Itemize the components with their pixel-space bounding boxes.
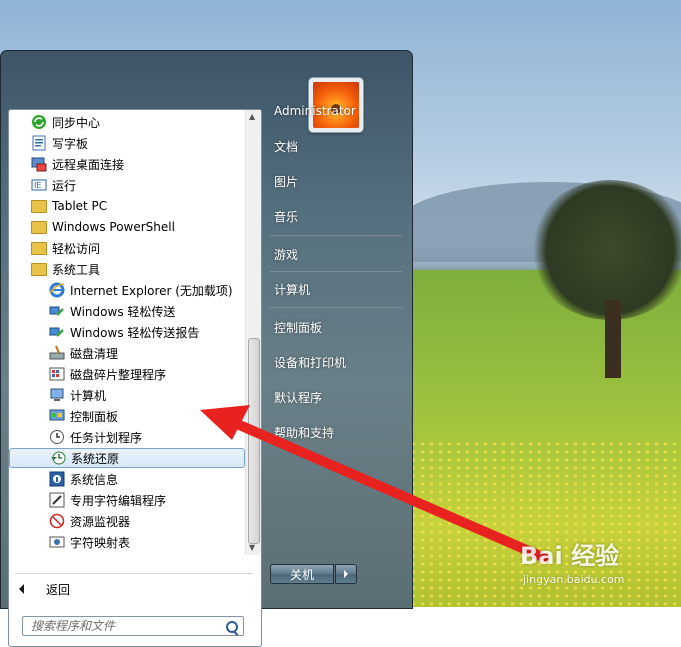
wordpad-icon	[31, 135, 47, 151]
program-folder[interactable]: 系统工具	[31, 259, 100, 279]
program-folder[interactable]: Windows PowerShell	[31, 217, 175, 237]
user-name-link[interactable]: Administrator	[274, 101, 356, 121]
program-label: 同步中心	[52, 115, 101, 130]
right-item-default-programs[interactable]: 默认程序	[274, 387, 322, 407]
folder-icon	[31, 219, 47, 235]
system-restore-icon	[50, 450, 66, 466]
svg-text:IE: IE	[34, 181, 41, 190]
program-label: 磁盘清理	[70, 346, 119, 361]
program-scrollbar[interactable]: ▲ ▼	[245, 110, 261, 555]
back-arrow-icon	[19, 584, 24, 594]
program-label: 运行	[52, 178, 77, 193]
internet-explorer-icon	[49, 282, 65, 298]
program-label: 资源监视器	[70, 514, 131, 529]
program-item[interactable]: Internet Explorer (无加载项)	[49, 280, 233, 300]
program-label: Tablet PC	[52, 199, 108, 213]
program-label: 轻松访问	[52, 241, 101, 256]
remote-desktop-icon	[31, 156, 47, 172]
right-item-games[interactable]: 游戏	[274, 244, 298, 264]
program-item[interactable]: 远程桌面连接	[31, 154, 124, 174]
program-label: 写字板	[52, 136, 89, 151]
search-icon[interactable]	[226, 621, 238, 633]
task-scheduler-icon	[49, 429, 65, 445]
sync-center-icon	[31, 114, 47, 130]
program-folder[interactable]: Tablet PC	[31, 196, 107, 216]
programs-pane: 同步中心 写字板 远程桌面连接 IE 运行 Tablet PC Windows …	[8, 109, 262, 647]
program-folder[interactable]: 轻松访问	[31, 238, 100, 258]
scroll-thumb[interactable]	[248, 338, 260, 544]
program-list: 同步中心 写字板 远程桌面连接 IE 运行 Tablet PC Windows …	[9, 110, 245, 555]
program-item[interactable]: 字符映射表	[49, 532, 130, 552]
right-item-devices-printers[interactable]: 设备和打印机	[274, 352, 346, 372]
shutdown-options-button[interactable]	[335, 564, 357, 584]
divider	[15, 573, 253, 574]
program-item[interactable]: 控制面板	[49, 406, 118, 426]
resource-monitor-icon	[49, 513, 65, 529]
scroll-down-icon[interactable]: ▼	[249, 543, 255, 552]
tree-crown	[530, 180, 681, 320]
program-item-selected[interactable]: 系统还原	[9, 448, 245, 468]
run-icon: IE	[31, 177, 47, 193]
program-label: 系统工具	[52, 262, 101, 277]
program-item[interactable]: 磁盘碎片整理程序	[49, 364, 166, 384]
search-box[interactable]	[22, 616, 244, 636]
program-item[interactable]: 计算机	[49, 385, 106, 405]
program-item[interactable]: Windows 轻松传送	[49, 301, 175, 321]
watermark-logo: Bai 经验	[520, 542, 620, 570]
program-label: 远程桌面连接	[52, 157, 125, 172]
program-item[interactable]: IE 运行	[31, 175, 76, 195]
scroll-up-icon[interactable]: ▲	[249, 112, 255, 121]
right-item-pictures[interactable]: 图片	[274, 171, 298, 191]
disk-cleanup-icon	[49, 345, 65, 361]
program-label: Windows PowerShell	[52, 220, 175, 234]
program-label: 任务计划程序	[70, 430, 143, 445]
disk-defrag-icon	[49, 366, 65, 382]
right-item-documents[interactable]: 文档	[274, 136, 298, 156]
program-item[interactable]: Windows 轻松传送报告	[49, 322, 199, 342]
char-editor-icon	[49, 492, 65, 508]
char-map-icon	[49, 534, 65, 550]
program-item[interactable]: 任务计划程序	[49, 427, 142, 447]
program-item[interactable]: 同步中心	[31, 112, 100, 132]
system-info-icon	[49, 471, 65, 487]
control-panel-icon	[49, 408, 65, 424]
back-button[interactable]: 返回	[19, 579, 70, 599]
right-divider	[270, 235, 402, 237]
program-item[interactable]: 资源监视器	[49, 511, 130, 531]
right-divider	[270, 271, 402, 273]
program-label: Internet Explorer (无加载项)	[70, 283, 233, 298]
right-item-help-support[interactable]: 帮助和支持	[274, 422, 334, 442]
computer-icon	[49, 387, 65, 403]
easy-transfer-icon	[49, 303, 65, 319]
right-item-music[interactable]: 音乐	[274, 206, 298, 226]
tree-trunk	[605, 300, 621, 378]
program-label: 系统信息	[70, 472, 119, 487]
program-item[interactable]: 系统信息	[49, 469, 118, 489]
folder-icon	[31, 261, 47, 277]
program-label: Windows 轻松传送	[70, 304, 176, 319]
program-item[interactable]: 磁盘清理	[49, 343, 118, 363]
search-input[interactable]	[23, 619, 221, 633]
program-item[interactable]: 写字板	[31, 133, 88, 153]
folder-icon	[31, 240, 47, 256]
shutdown-button[interactable]: 关机	[270, 564, 334, 584]
right-divider	[270, 307, 402, 309]
watermark-url: jingyan.baidu.com	[523, 573, 625, 586]
right-item-control-panel[interactable]: 控制面板	[274, 317, 322, 337]
right-item-computer[interactable]: 计算机	[274, 279, 310, 299]
start-menu: 同步中心 写字板 远程桌面连接 IE 运行 Tablet PC Windows …	[0, 50, 413, 647]
program-label: Windows 轻松传送报告	[70, 325, 200, 340]
program-label: 字符映射表	[70, 535, 131, 550]
easy-transfer-report-icon	[49, 324, 65, 340]
program-label: 磁盘碎片整理程序	[70, 367, 167, 382]
program-label: 计算机	[70, 388, 107, 403]
folder-icon	[31, 198, 47, 214]
program-label: 专用字符编辑程序	[70, 493, 167, 508]
chevron-right-icon	[344, 570, 348, 578]
back-label: 返回	[46, 582, 71, 597]
program-label: 控制面板	[70, 409, 119, 424]
program-label: 系统还原	[71, 451, 120, 466]
program-item[interactable]: 专用字符编辑程序	[49, 490, 166, 510]
